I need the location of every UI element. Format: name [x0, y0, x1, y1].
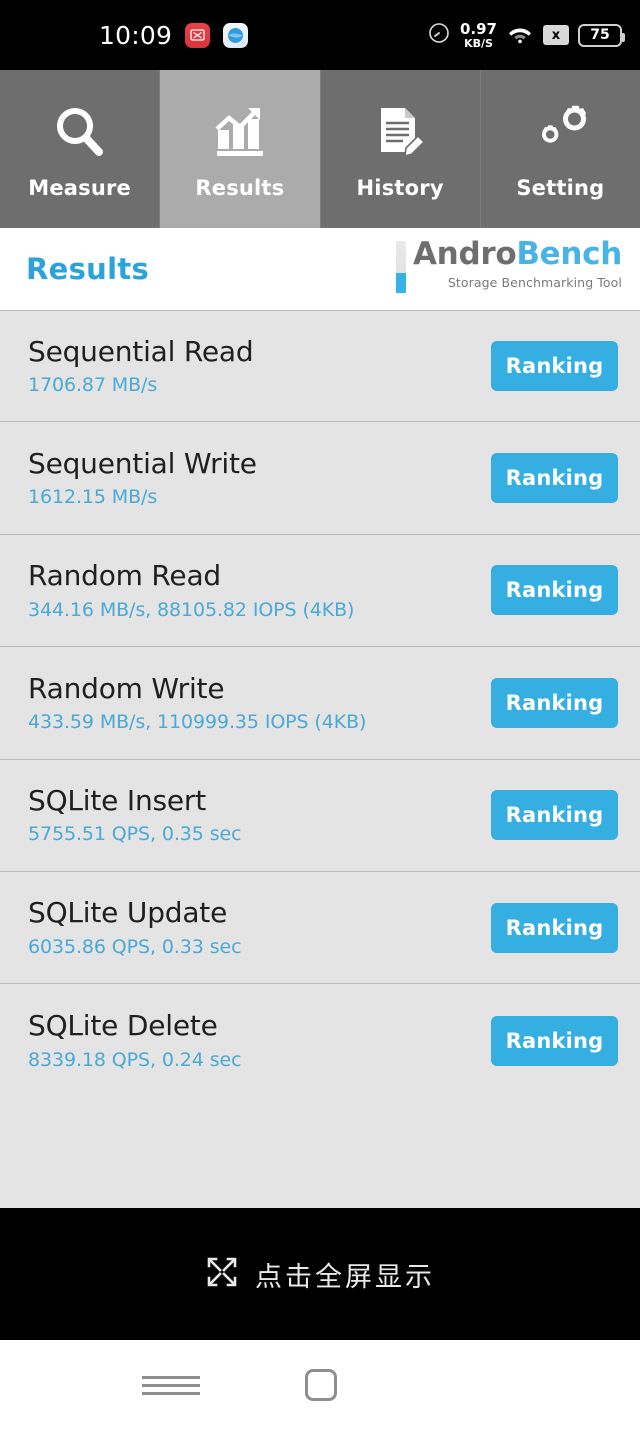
row-title: SQLite Update [28, 896, 228, 930]
androbench-logo: AndroBench Storage Benchmarking Tool [395, 239, 622, 293]
menu-bar-1 [142, 1375, 200, 1379]
row-texts: Sequential Read 1706.87 MB/s [28, 335, 491, 397]
row-texts: Random Read 344.16 MB/s, 88105.82 IOPS (… [28, 559, 491, 621]
phone-screen: 10:09 0.97 KB/S x 75 Measure Results His… [0, 0, 640, 1429]
x-badge-icon: x [543, 25, 569, 45]
row-title: Random Write [28, 671, 225, 705]
logo-wordmark-bench: Bench [516, 236, 622, 272]
row-title: Sequential Write [28, 446, 257, 480]
logo-bar-icon [395, 241, 406, 293]
expand-fullscreen-icon [205, 1255, 239, 1293]
table-row[interactable]: SQLite Insert 5755.51 QPS, 0.35 sec Rank… [0, 760, 640, 872]
ranking-button[interactable]: Ranking [491, 565, 618, 616]
document-pencil-icon [369, 99, 431, 165]
magnifier-icon [49, 99, 111, 165]
tab-label-setting: Setting [516, 175, 605, 200]
page-title: Results [26, 252, 150, 286]
ranking-button[interactable]: Ranking [491, 790, 618, 841]
status-clock: 10:09 [99, 20, 173, 50]
table-row[interactable]: SQLite Update 6035.86 QPS, 0.33 sec Rank… [0, 872, 640, 985]
row-value: 344.16 MB/s, 88105.82 IOPS (4KB) [28, 598, 355, 621]
ranking-button[interactable]: Ranking [491, 341, 618, 392]
red-app-icon [185, 22, 211, 48]
page-header: Results AndroBench Storage Benchmarking … [0, 228, 640, 310]
row-title: Sequential Read [28, 335, 254, 369]
row-texts: SQLite Delete 8339.18 QPS, 0.24 sec [28, 1009, 491, 1071]
status-bar-left: 10:09 [99, 20, 249, 50]
table-row[interactable]: Random Read 344.16 MB/s, 88105.82 IOPS (… [0, 535, 640, 648]
battery-indicator: 75 [578, 23, 625, 47]
home-square-shape [305, 1369, 337, 1401]
tab-label-results: Results [195, 175, 285, 200]
row-title: SQLite Delete [28, 1009, 218, 1043]
row-texts: SQLite Insert 5755.51 QPS, 0.35 sec [28, 784, 491, 846]
tab-bar: Measure Results History Setting [0, 70, 640, 228]
list-empty-space [0, 1096, 640, 1209]
tab-label-history: History [356, 175, 444, 200]
ranking-button[interactable]: Ranking [491, 1015, 618, 1066]
tab-measure[interactable]: Measure [0, 70, 160, 228]
logo-text: AndroBench Storage Benchmarking Tool [413, 239, 622, 291]
row-texts: Random Write 433.59 MB/s, 110999.35 IOPS… [28, 671, 491, 734]
row-title: SQLite Insert [28, 784, 207, 818]
row-value: 5755.51 QPS, 0.35 sec [28, 823, 242, 846]
results-list: Sequential Read 1706.87 MB/s Ranking Seq… [0, 310, 640, 1209]
home-square-icon[interactable] [291, 1368, 351, 1402]
fullscreen-banner[interactable]: 点击全屏显示 [0, 1208, 640, 1340]
ranking-button[interactable]: Ranking [491, 902, 618, 953]
row-value: 433.59 MB/s, 110999.35 IOPS (4KB) [28, 711, 367, 734]
logo-tagline: Storage Benchmarking Tool [447, 275, 622, 290]
status-bar-right: 0.97 KB/S x 75 [427, 0, 625, 70]
menu-recents-icon[interactable] [138, 1368, 204, 1402]
tab-results[interactable]: Results [159, 70, 320, 228]
ranking-button[interactable]: Ranking [491, 453, 618, 504]
menu-bar-2 [142, 1383, 200, 1387]
ranking-button[interactable]: Ranking [491, 677, 618, 728]
row-value: 6035.86 QPS, 0.33 sec [28, 935, 242, 958]
network-speed: 0.97 KB/S [459, 19, 497, 50]
table-row[interactable]: Random Write 433.59 MB/s, 110999.35 IOPS… [0, 647, 640, 760]
tab-history[interactable]: History [319, 70, 480, 228]
android-nav-bar: 解梦佬 www.jiemenglao.com [0, 1340, 640, 1429]
row-texts: Sequential Write 1612.15 MB/s [28, 446, 491, 509]
menu-bar-3 [142, 1391, 200, 1395]
logo-wordmark-andro: Andro [412, 236, 517, 272]
table-row[interactable]: SQLite Delete 8339.18 QPS, 0.24 sec Rank… [0, 984, 640, 1096]
speedometer-icon [427, 21, 451, 49]
tab-label-measure: Measure [28, 175, 131, 200]
row-value: 8339.18 QPS, 0.24 sec [28, 1048, 242, 1071]
gears-icon [529, 99, 591, 165]
bar-chart-trend-icon [209, 99, 271, 165]
table-row[interactable]: Sequential Read 1706.87 MB/s Ranking [0, 310, 640, 423]
battery-percent: 75 [590, 27, 610, 43]
blue-browser-icon [223, 22, 249, 48]
fullscreen-label: 点击全屏显示 [255, 1261, 435, 1293]
table-row[interactable]: Sequential Write 1612.15 MB/s Ranking [0, 422, 640, 535]
wifi-icon [506, 21, 534, 49]
status-bar: 10:09 0.97 KB/S x 75 [0, 0, 640, 70]
row-value: 1706.87 MB/s [28, 374, 158, 397]
row-value: 1612.15 MB/s [28, 486, 158, 509]
tab-setting[interactable]: Setting [479, 70, 640, 228]
row-title: Random Read [28, 559, 221, 593]
row-texts: SQLite Update 6035.86 QPS, 0.33 sec [28, 896, 491, 958]
network-speed-unit: KB/S [464, 36, 493, 50]
network-speed-value: 0.97 [459, 19, 497, 38]
logo-wordmark: AndroBench [413, 239, 622, 270]
